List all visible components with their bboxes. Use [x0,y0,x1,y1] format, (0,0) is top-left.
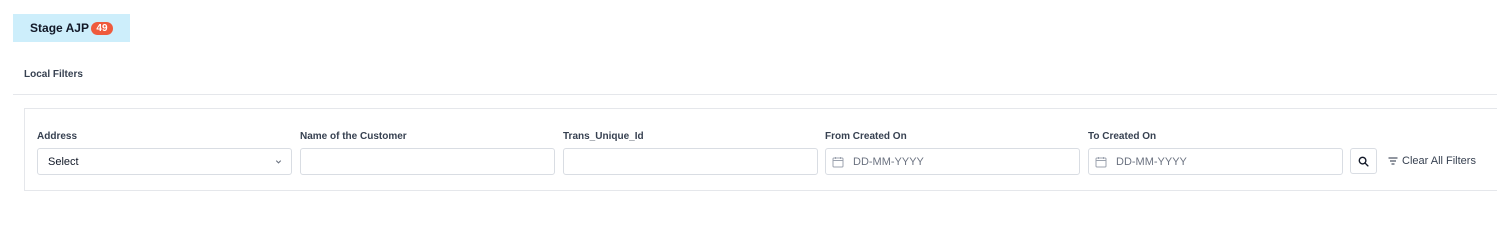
address-selected-value: Select [48,155,79,168]
tab-label: Stage AJP [30,21,89,35]
section-divider [13,94,1497,95]
search-button[interactable] [1350,148,1377,174]
count-badge: 49 [90,21,113,35]
clear-all-filters-label: Clear All Filters [1402,155,1476,167]
to-created-date-input[interactable]: DD-MM-YYYY [1088,148,1343,175]
from-created-date-input[interactable]: DD-MM-YYYY [825,148,1080,175]
from-created-label: From Created On [825,131,907,142]
calendar-icon [832,156,844,167]
address-select[interactable]: Select [37,148,292,175]
from-created-placeholder: DD-MM-YYYY [853,155,924,168]
search-icon [1358,156,1369,167]
clear-all-filters-button[interactable]: Clear All Filters [1388,154,1476,168]
chevron-down-icon [275,160,282,164]
to-created-placeholder: DD-MM-YYYY [1116,155,1187,168]
filter-lines-icon [1388,157,1398,165]
section-title: Local Filters [24,69,83,80]
to-created-label: To Created On [1088,131,1157,142]
customer-name-input[interactable] [300,148,555,175]
trans-id-input[interactable] [563,148,818,175]
customer-name-label: Name of the Customer [300,131,407,142]
tab-stage-ajp[interactable]: Stage AJP 49 [13,14,130,42]
trans-id-label: Trans_Unique_Id [563,131,644,142]
calendar-icon [1095,156,1107,167]
address-label: Address [37,131,78,142]
